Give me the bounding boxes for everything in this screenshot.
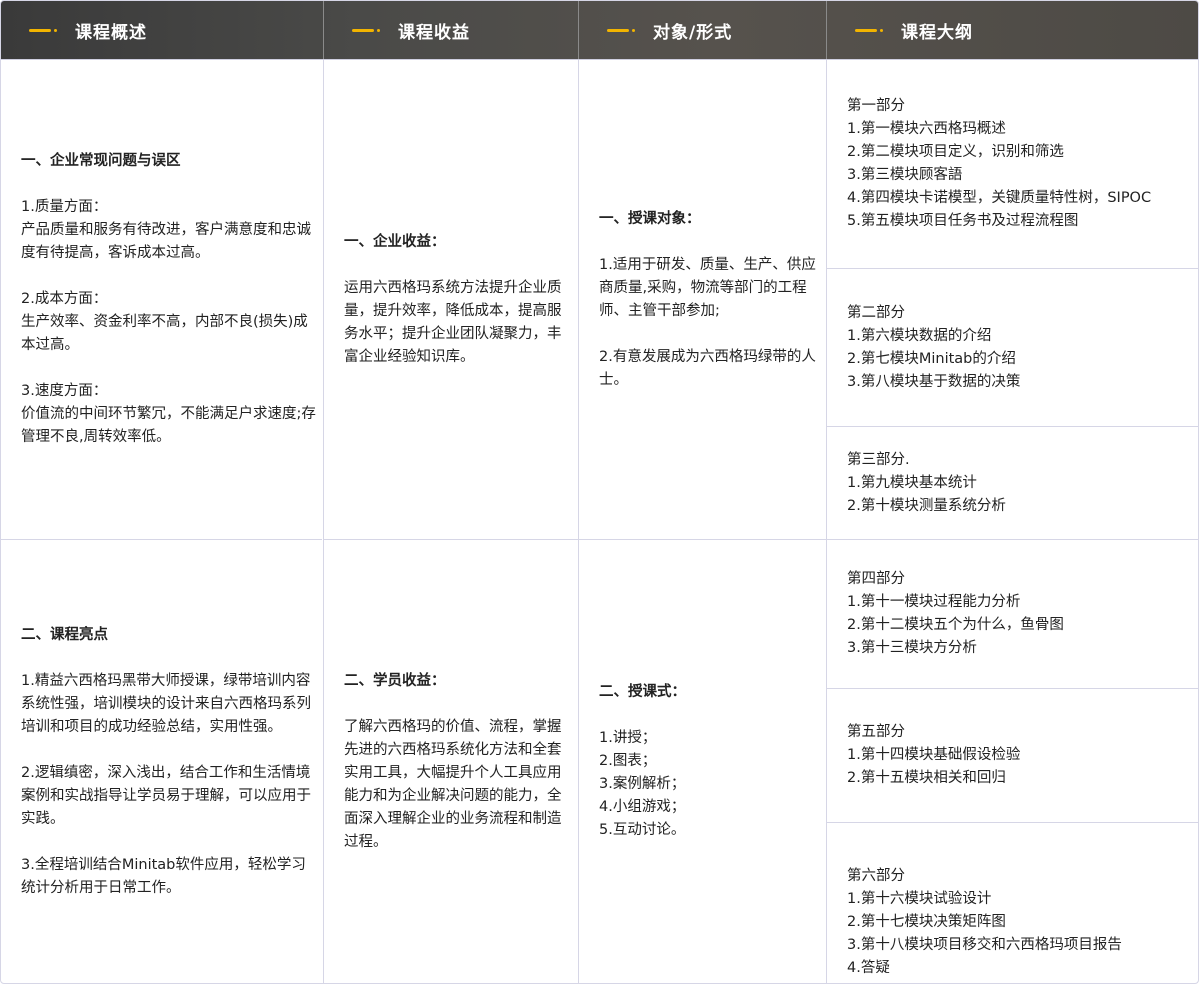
benefits-company-text: 一、企业收益： 运用六西格玛系统方法提升企业质量，提升效率，降低成本，提高服务水… — [324, 231, 578, 369]
outline-part-1: 第一部分 1.第一模块六西格玛概述 2.第二模块项目定义，识别和筛选 3.第三模… — [827, 60, 1198, 269]
header-tab-label: 课程大纲 — [901, 22, 973, 43]
header-tab-outline[interactable]: 课程大纲 — [826, 1, 1198, 59]
overview-column: 一、企业常现问题与误区 1.质量方面： 产品质量和服务有待改进，客户满意度和忠诚… — [1, 60, 322, 983]
audience-format-text: 二、授课式： 1.讲授； 2.图表； 3.案例解析； 4.小组游戏； 5.互动讨… — [579, 681, 692, 842]
accent-dot-icon — [377, 28, 380, 32]
accent-bar-icon — [607, 28, 629, 32]
table-header: 课程概述 课程收益 对象/形式 课程大纲 — [1, 1, 1198, 60]
outline-part-5-text: 第五部分 1.第十四模块基础假设检验 2.第十五模块相关和回归 — [847, 724, 1021, 786]
outline-part-3-text: 第三部分. 1.第九模块基本统计 2.第十模块测量系统分析 — [847, 451, 1006, 514]
overview-problems-text: 一、企业常现问题与误区 1.质量方面： 产品质量和服务有待改进，客户满意度和忠诚… — [1, 150, 322, 449]
header-tab-label: 课程收益 — [398, 22, 470, 43]
header-tab-label: 对象/形式 — [653, 22, 733, 43]
accent-bar-icon — [352, 28, 374, 32]
outline-part-4: 第四部分 1.第十一模块过程能力分析 2.第十二模块五个为什么，鱼骨图 3.第十… — [827, 540, 1198, 689]
accent-bar-icon — [29, 28, 51, 32]
audience-format-cell: 二、授课式： 1.讲授； 2.图表； 3.案例解析； 4.小组游戏； 5.互动讨… — [579, 540, 826, 983]
audience-format-heading: 二、授课式： — [599, 684, 686, 700]
benefits-company-heading: 一、企业收益： — [344, 233, 446, 250]
overview-highlights-cell: 二、课程亮点 1.精益六西格玛黑带大师授课，绿带培训内容系统性强，培训模块的设计… — [1, 540, 322, 983]
outline-part-5: 第五部分 1.第十四模块基础假设检验 2.第十五模块相关和回归 — [827, 689, 1198, 823]
header-tab-audience[interactable]: 对象/形式 — [578, 1, 826, 59]
audience-target-heading: 一、授课对象： — [599, 210, 701, 227]
audience-target-cell: 一、授课对象： 1.适用于研发、质量、生产、供应商质量,采购，物流等部门的工程师… — [579, 60, 826, 540]
overview-highlights-heading: 二、课程亮点 — [21, 626, 108, 643]
outline-column: 第一部分 1.第一模块六西格玛概述 2.第二模块项目定义，识别和筛选 3.第三模… — [826, 60, 1198, 983]
benefits-column: 一、企业收益： 运用六西格玛系统方法提升企业质量，提升效率，降低成本，提高服务水… — [323, 60, 578, 983]
benefits-student-heading: 二、学员收益： — [344, 672, 446, 689]
outline-part-6: 第六部分 1.第十六模块试验设计 2.第十七模块决策矩阵图 3.第十八模块项目移… — [827, 823, 1198, 983]
overview-problems-cell: 一、企业常现问题与误区 1.质量方面： 产品质量和服务有待改进，客户满意度和忠诚… — [1, 60, 322, 540]
header-tab-overview[interactable]: 课程概述 — [1, 1, 322, 59]
benefits-student-body: 了解六西格玛的价值、流程，掌握先进的六西格玛系统化方法和全套实用工具，大幅提升个… — [344, 718, 562, 850]
audience-column: 一、授课对象： 1.适用于研发、质量、生产、供应商质量,采购，物流等部门的工程师… — [578, 60, 826, 983]
audience-target-text: 一、授课对象： 1.适用于研发、质量、生产、供应商质量,采购，物流等部门的工程师… — [579, 208, 826, 392]
accent-bar-icon — [855, 28, 877, 32]
overview-highlights-body: 1.精益六西格玛黑带大师授课，绿带培训内容系统性强，培训模块的设计来自六西格玛系… — [21, 672, 311, 896]
outline-part-1-text: 第一部分 1.第一模块六西格玛概述 2.第二模块项目定义，识别和筛选 3.第三模… — [847, 98, 1152, 229]
header-tab-label: 课程概述 — [75, 22, 147, 43]
accent-dot-icon — [632, 28, 635, 32]
overview-problems-body: 1.质量方面： 产品质量和服务有待改进，客户满意度和忠诚度有待提高，客诉成本过高… — [21, 199, 316, 445]
benefits-company-body: 运用六西格玛系统方法提升企业质量，提升效率，降低成本，提高服务水平；提升企业团队… — [344, 279, 562, 365]
header-tab-benefits[interactable]: 课程收益 — [323, 1, 578, 59]
outline-part-2-text: 第二部分 1.第六模块数据的介绍 2.第七模块Minitab的介绍 3.第八模块… — [847, 304, 1021, 390]
course-table: 课程概述 课程收益 对象/形式 课程大纲 一、企业常现问题与误区 1.质量方面：… — [0, 0, 1199, 984]
outline-part-2: 第二部分 1.第六模块数据的介绍 2.第七模块Minitab的介绍 3.第八模块… — [827, 269, 1198, 427]
benefits-company-cell: 一、企业收益： 运用六西格玛系统方法提升企业质量，提升效率，降低成本，提高服务水… — [324, 60, 578, 540]
outline-part-4-text: 第四部分 1.第十一模块过程能力分析 2.第十二模块五个为什么，鱼骨图 3.第十… — [847, 571, 1064, 656]
overview-problems-heading: 一、企业常现问题与误区 — [21, 153, 181, 169]
overview-highlights-text: 二、课程亮点 1.精益六西格玛黑带大师授课，绿带培训内容系统性强，培训模块的设计… — [1, 624, 322, 900]
benefits-student-text: 二、学员收益： 了解六西格玛的价值、流程，掌握先进的六西格玛系统化方法和全套实用… — [324, 670, 578, 854]
outline-part-6-text: 第六部分 1.第十六模块试验设计 2.第十七模块决策矩阵图 3.第十八模块项目移… — [847, 867, 1122, 976]
benefits-student-cell: 二、学员收益： 了解六西格玛的价值、流程，掌握先进的六西格玛系统化方法和全套实用… — [324, 540, 578, 983]
outline-part-3: 第三部分. 1.第九模块基本统计 2.第十模块测量系统分析 — [827, 427, 1198, 540]
accent-dot-icon — [880, 28, 883, 32]
audience-format-body: 1.讲授； 2.图表； 3.案例解析； 4.小组游戏； 5.互动讨论。 — [599, 730, 686, 838]
audience-target-body: 1.适用于研发、质量、生产、供应商质量,采购，物流等部门的工程师、主管干部参加;… — [599, 256, 816, 388]
accent-dot-icon — [54, 28, 57, 32]
